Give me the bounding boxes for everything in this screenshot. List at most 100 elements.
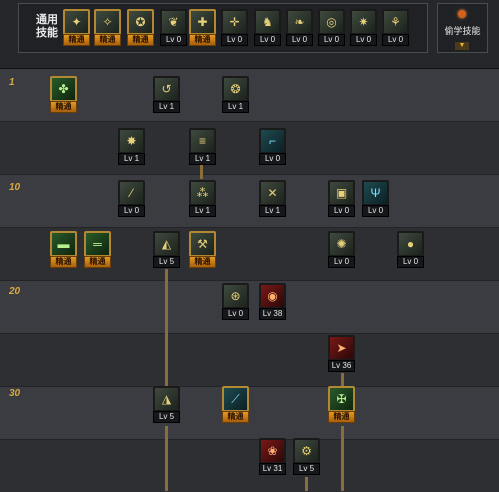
prerequisite-line: [341, 426, 344, 491]
skill-level-label: Lv 0: [221, 34, 248, 46]
level-marker: 1: [9, 77, 15, 88]
rifle-icon: ▬: [50, 231, 77, 257]
turret-icon: ✠: [328, 386, 355, 412]
target-icon: ✛: [221, 9, 248, 35]
skill-level-label: Lv 5: [293, 463, 320, 475]
skill-slot[interactable]: ═ 精通: [84, 231, 111, 269]
mine-icon: ⊛: [222, 283, 249, 309]
skill-slot[interactable]: ✺ Lv 0: [328, 231, 355, 269]
skill-slot[interactable]: ✛ Lv 0: [221, 9, 248, 47]
skill-slot[interactable]: ⁄ Lv 0: [118, 180, 145, 218]
skill-level-label: Lv 1: [153, 101, 180, 113]
skill-slot[interactable]: ✦ 精通: [63, 9, 90, 47]
crosshair-icon: ✚: [189, 9, 216, 35]
eye-icon: ◉: [259, 283, 286, 309]
row-divider: [0, 333, 499, 334]
skill-level-label: Lv 0: [259, 153, 286, 165]
skill-level-label: Lv 0: [318, 34, 345, 46]
wrench-icon: ⚒: [189, 231, 216, 257]
ammo-box-icon: ▣: [328, 180, 355, 206]
skill-slot[interactable]: ◎ Lv 0: [318, 9, 345, 47]
skill-slot[interactable]: ▬ 精通: [50, 231, 77, 269]
skill-slot[interactable]: ❧ Lv 0: [286, 9, 313, 47]
jump-icon: ✪: [127, 9, 154, 35]
row-divider: [0, 439, 499, 440]
mastered-badge: 精通: [50, 256, 77, 268]
skill-level-label: Lv 5: [153, 411, 180, 423]
steal-skills-label: 偷学技能: [444, 26, 481, 36]
skill-level-label: Lv 0: [160, 34, 187, 46]
skill-slot[interactable]: ⟋ 精通: [222, 386, 249, 424]
mastered-badge: 精通: [84, 256, 111, 268]
row-divider: [0, 227, 499, 228]
skill-slot[interactable]: ✷ Lv 0: [350, 9, 377, 47]
mastered-badge: 精通: [50, 101, 77, 113]
grenade-icon: ●: [397, 231, 424, 257]
skill-slot[interactable]: ◉ Lv 38: [259, 283, 286, 321]
skill-slot[interactable]: ⚙ Lv 5: [293, 438, 320, 476]
skill-slot[interactable]: ⚒ 精通: [189, 231, 216, 269]
skill-slot[interactable]: ● Lv 0: [397, 231, 424, 269]
skill-slot[interactable]: ✧ 精通: [94, 9, 121, 47]
prerequisite-line: [165, 426, 168, 491]
kick-icon: ❧: [286, 9, 313, 35]
skill-slot[interactable]: ⁂ Lv 1: [189, 180, 216, 218]
skill-level-label: Lv 1: [189, 153, 216, 165]
skill-slot[interactable]: ◮ Lv 5: [153, 386, 180, 424]
skill-slot[interactable]: ✪ 精通: [127, 9, 154, 47]
skill-slot[interactable]: ✤ 精通: [50, 76, 77, 114]
skill-slot[interactable]: ❀ Lv 31: [259, 438, 286, 476]
common-skills-bar: 通用 技能 ✦ 精通 ✧ 精通 ✪ 精通 ❦ Lv 0 ✚ 精通 ✛ Lv 0 ♞ Lv 0 ❧ Lv 0 ◎ L…: [0, 0, 499, 69]
run-icon: ✦: [63, 9, 90, 35]
dual-blast-icon: ⁂: [189, 180, 216, 206]
skill-slot[interactable]: ▣ Lv 0: [328, 180, 355, 218]
skill-slot[interactable]: ↺ Lv 1: [153, 76, 180, 114]
gun-icon: ⌐: [259, 128, 286, 154]
bullseye-icon: ◎: [318, 9, 345, 35]
prerequisite-line: [305, 477, 308, 491]
dash-icon: ✧: [94, 9, 121, 35]
rider-icon: ♞: [254, 9, 281, 35]
arrow-strike-icon: ➤: [328, 335, 355, 361]
figure-icon: ⚘: [382, 9, 409, 35]
mastered-badge: 精通: [63, 34, 90, 46]
skill-slot[interactable]: ⚘ Lv 0: [382, 9, 409, 47]
skill-slot[interactable]: ❦ Lv 0: [160, 9, 187, 47]
skill-slot[interactable]: ➤ Lv 36: [328, 335, 355, 373]
tree-row-band: [0, 281, 499, 333]
level-marker: 30: [9, 388, 21, 399]
crossfire-icon: ✕: [259, 180, 286, 206]
skill-level-label: Lv 0: [286, 34, 313, 46]
skill-slot[interactable]: Ψ Lv 0: [362, 180, 389, 218]
skill-slot[interactable]: ♞ Lv 0: [254, 9, 281, 47]
skill-level-label: Lv 0: [118, 205, 145, 217]
steal-skills-icon: [458, 10, 466, 18]
dropdown-arrow-icon[interactable]: ▼: [455, 42, 469, 50]
skill-level-label: Lv 1: [189, 205, 216, 217]
level-marker: 10: [9, 182, 21, 193]
steal-skills-button[interactable]: 偷学技能 ▼: [437, 3, 488, 53]
skill-slot[interactable]: ◭ Lv 5: [153, 231, 180, 269]
tree-row-band: [0, 122, 499, 174]
tree-row-band: [0, 387, 499, 439]
skill-level-label: Lv 0: [362, 205, 389, 217]
prerequisite-line: [165, 269, 168, 389]
common-skills-panel: 通用 技能 ✦ 精通 ✧ 精通 ✪ 精通 ❦ Lv 0 ✚ 精通 ✛ Lv 0 ♞ Lv 0 ❧ Lv 0 ◎ L…: [18, 3, 428, 53]
row-divider: [0, 280, 499, 281]
rapid-fire-icon: ≡: [189, 128, 216, 154]
skill-slot[interactable]: ⊛ Lv 0: [222, 283, 249, 321]
skill-level-label: Lv 38: [259, 308, 286, 320]
skill-slot[interactable]: ⌐ Lv 0: [259, 128, 286, 166]
skill-slot[interactable]: ✸ Lv 1: [118, 128, 145, 166]
skill-slot[interactable]: ≡ Lv 1: [189, 128, 216, 166]
gatling-icon: ⚙: [293, 438, 320, 464]
skill-slot[interactable]: ✕ Lv 1: [259, 180, 286, 218]
skill-slot[interactable]: ❂ Lv 1: [222, 76, 249, 114]
skill-slot[interactable]: ✠ 精通: [328, 386, 355, 424]
clover-icon: ✤: [50, 76, 77, 102]
explosion-icon: ✸: [118, 128, 145, 154]
skill-slot[interactable]: ✚ 精通: [189, 9, 216, 47]
mastered-badge: 精通: [189, 34, 216, 46]
skill-level-label: Lv 31: [259, 463, 286, 475]
slash-icon: ⁄: [118, 180, 145, 206]
